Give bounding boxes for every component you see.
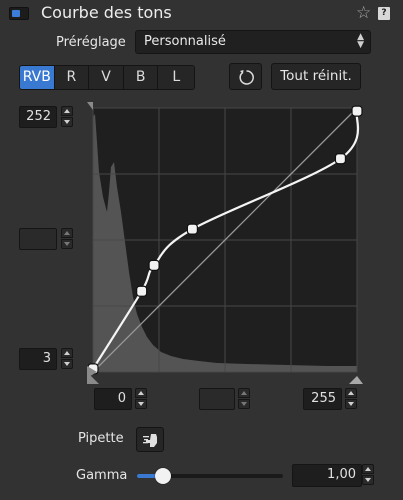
preset-select[interactable]: Personnalisé ▲ ▼ bbox=[135, 30, 371, 54]
panel-enable-toggle[interactable] bbox=[9, 7, 29, 20]
reset-curve-button[interactable] bbox=[229, 63, 262, 90]
curve-control-point[interactable] bbox=[186, 223, 198, 235]
output-mid-stepper[interactable] bbox=[60, 228, 74, 250]
curve-control-point[interactable] bbox=[136, 285, 148, 297]
gamma-label: Gamma bbox=[76, 468, 128, 483]
rotate-ccw-icon bbox=[239, 70, 254, 85]
curve-control-point[interactable] bbox=[148, 259, 160, 271]
output-high-stepper[interactable] bbox=[60, 106, 74, 128]
tab-r[interactable]: R bbox=[54, 66, 90, 89]
pipette-button[interactable] bbox=[136, 427, 164, 452]
tab-l[interactable]: L bbox=[158, 66, 194, 89]
top-left-handle[interactable] bbox=[87, 102, 93, 110]
input-low-stepper[interactable] bbox=[134, 388, 148, 410]
gamma-value-field[interactable]: 1,00 bbox=[292, 464, 362, 487]
input-high-handle[interactable] bbox=[349, 376, 363, 384]
input-mid-stepper[interactable] bbox=[237, 388, 251, 410]
chevron-updown-icon: ▲ ▼ bbox=[357, 32, 364, 50]
input-mid-field[interactable] bbox=[199, 388, 235, 410]
reset-all-button[interactable]: Tout réinit. bbox=[271, 63, 361, 90]
output-high-field[interactable]: 252 bbox=[19, 106, 57, 128]
panel-header: Courbe des tons ☆ ? bbox=[0, 0, 403, 28]
output-mid-field[interactable] bbox=[19, 228, 57, 250]
output-low-field[interactable]: 3 bbox=[19, 348, 57, 370]
input-low-field[interactable]: 0 bbox=[94, 388, 132, 410]
channel-tabs: RVB R V B L bbox=[19, 65, 195, 90]
input-high-stepper[interactable] bbox=[344, 388, 358, 410]
curve-control-point[interactable] bbox=[351, 105, 363, 117]
gamma-slider-thumb[interactable] bbox=[155, 468, 172, 484]
gamma-stepper[interactable] bbox=[361, 464, 375, 486]
output-low-stepper[interactable] bbox=[60, 348, 74, 370]
pipette-icon bbox=[143, 434, 157, 447]
tab-rvb[interactable]: RVB bbox=[20, 66, 55, 89]
panel-title: Courbe des tons bbox=[41, 3, 172, 22]
tab-v[interactable]: V bbox=[89, 66, 124, 89]
curve-control-point[interactable] bbox=[334, 153, 347, 165]
tone-curve-graph[interactable] bbox=[87, 102, 363, 384]
input-high-field[interactable]: 255 bbox=[303, 388, 342, 410]
help-icon[interactable]: ? bbox=[378, 7, 390, 20]
preset-value: Personnalisé bbox=[144, 34, 226, 49]
pipette-label: Pipette bbox=[78, 431, 124, 446]
preset-label: Préréglage bbox=[56, 35, 126, 50]
tab-b[interactable]: B bbox=[123, 66, 159, 89]
star-icon[interactable]: ☆ bbox=[356, 3, 371, 23]
